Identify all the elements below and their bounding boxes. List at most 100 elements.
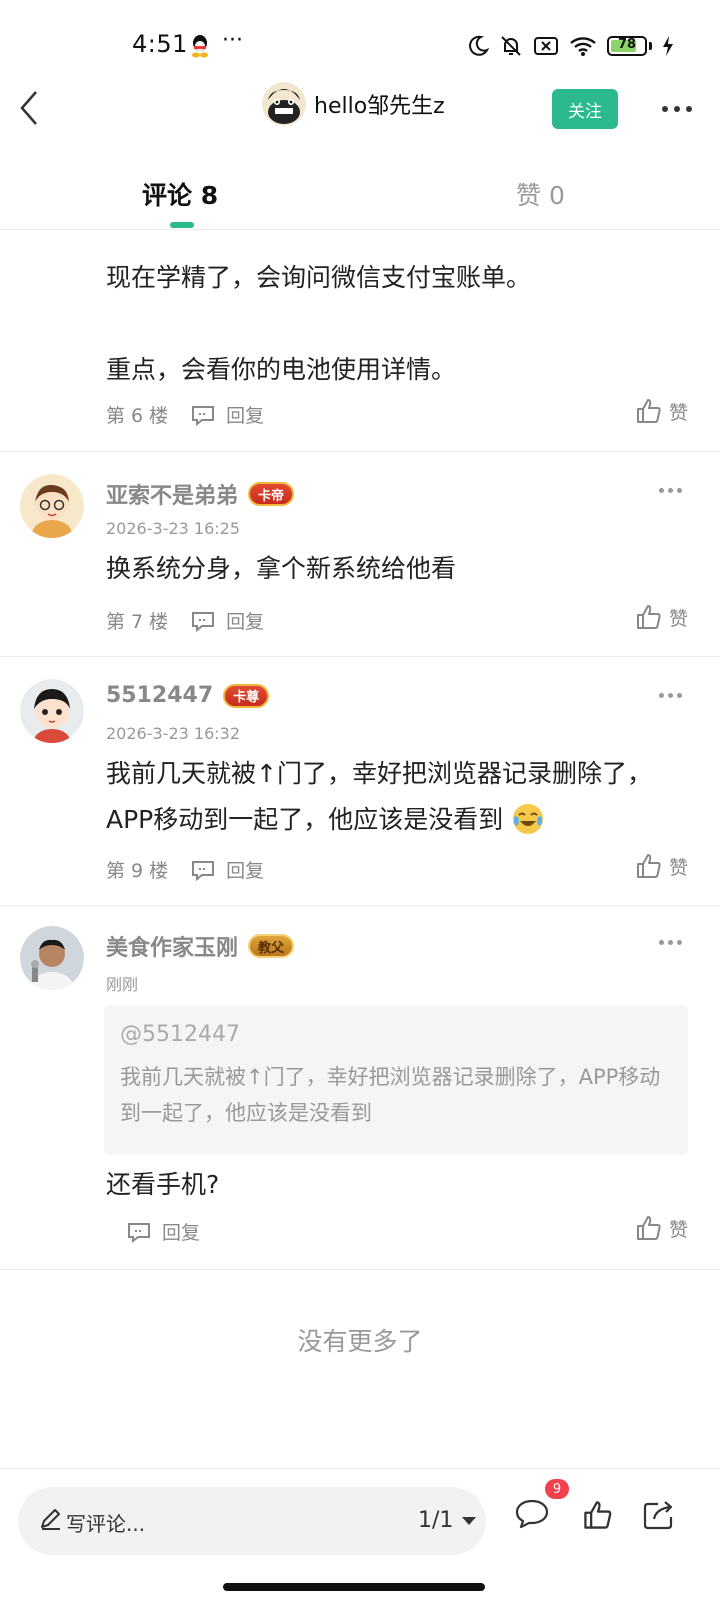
comment-user: 亚索不是弟弟 卡帝 — [106, 478, 295, 510]
comment-meta: 回复 — [104, 1218, 200, 1245]
more-options-icon[interactable] — [662, 106, 692, 112]
comment-meta: 第 7 楼 回复 — [106, 607, 264, 634]
comment-item: 现在学精了，会询问微信支付宝账单。 重点，会看你的电池使用详情。 第 6 楼 回… — [0, 231, 720, 452]
reply-icon — [192, 860, 215, 881]
thumbs-up-icon — [636, 1216, 661, 1240]
reply-button[interactable]: 回复 — [168, 856, 264, 883]
like-button[interactable]: 赞 — [635, 397, 688, 425]
tab-likes[interactable]: 赞 0 — [516, 176, 565, 212]
floor-number: 第 6 楼 — [106, 405, 169, 427]
like-label: 赞 — [668, 607, 688, 630]
home-indicator[interactable] — [223, 1583, 485, 1591]
comment-more-icon[interactable] — [659, 693, 682, 698]
like-label: 赞 — [668, 1218, 688, 1241]
reply-label: 回复 — [226, 611, 265, 633]
reply-button[interactable]: 回复 — [168, 607, 264, 634]
avatar[interactable] — [20, 926, 84, 990]
tabs: 评论 8 赞 0 — [0, 160, 720, 230]
quote-mention: @5512447 — [120, 1022, 240, 1047]
quoted-comment[interactable]: @5512447 我前几天就被↑门了，幸好把浏览器记录删除了，APP移动到一起了… — [104, 1006, 688, 1154]
like-label: 赞 — [668, 856, 688, 879]
nav-username[interactable]: hello邹先生z — [314, 88, 445, 120]
comment-item: 美食作家玉刚 教父 刚刚 @5512447 我前几天就被↑门了，幸好把浏览器记录… — [0, 906, 720, 1270]
write-comment-placeholder: 写评论... — [66, 1512, 146, 1536]
user-level-badge: 卡帝 — [248, 482, 295, 506]
comment-text-line: 重点，会看你的电池使用详情。 — [106, 355, 457, 384]
battery-cap — [649, 42, 652, 50]
avatar[interactable] — [20, 679, 84, 743]
like-button[interactable]: 赞 — [635, 852, 688, 880]
comment-text: 还看手机? — [106, 1170, 220, 1199]
avatar[interactable] — [262, 82, 306, 126]
comment-time: 2026-3-23 16:32 — [106, 724, 240, 743]
follow-button[interactable]: 关注 — [552, 89, 618, 129]
comment-text-spacer — [106, 301, 676, 347]
floor-number: 第 9 楼 — [106, 860, 169, 882]
pencil-icon — [41, 1509, 60, 1530]
battery-icon: 78 — [607, 36, 647, 56]
reply-icon — [192, 405, 215, 426]
avatar[interactable] — [20, 474, 84, 538]
username[interactable]: 美食作家玉刚 — [106, 930, 238, 962]
page-selector[interactable]: 1/1 — [418, 1508, 477, 1533]
no-sim-icon — [534, 37, 558, 55]
no-more-text: 没有更多了 — [297, 1327, 423, 1356]
tab-indicator — [170, 222, 194, 228]
caret-down-icon — [462, 1516, 477, 1525]
username[interactable]: 亚索不是弟弟 — [106, 478, 238, 510]
comment-text: 现在学精了，会询问微信支付宝账单。 重点，会看你的电池使用详情。 — [106, 255, 676, 393]
comment-icon[interactable] — [514, 1497, 550, 1531]
comment-more-icon[interactable] — [659, 488, 682, 493]
comment-item: 5512447 卡尊 2026-3-23 16:32 我前几天就被↑门了，幸好把… — [0, 657, 720, 906]
thumbs-up-icon — [636, 605, 661, 629]
comment-text: 我前几天就被↑门了，幸好把浏览器记录删除了，APP移动到一起了，他应该是没看到 — [106, 751, 676, 843]
crying-laughing-emoji-icon — [513, 804, 544, 834]
username[interactable]: 5512447 — [106, 683, 213, 708]
reply-label: 回复 — [226, 860, 265, 882]
comment-count-badge: 9 — [545, 1479, 569, 1499]
thumbs-up-icon — [636, 399, 661, 423]
reply-icon — [128, 1222, 150, 1243]
reply-icon — [192, 611, 215, 632]
write-comment-input[interactable]: 写评论... 1/1 — [18, 1487, 486, 1555]
back-icon[interactable] — [14, 88, 44, 128]
like-button[interactable]: 赞 — [635, 603, 688, 631]
reply-label: 回复 — [226, 405, 265, 427]
user-level-badge: 卡尊 — [223, 683, 270, 708]
quote-text: 我前几天就被↑门了，幸好把浏览器记录删除了，APP移动到一起了，他应该是没看到 — [120, 1065, 661, 1125]
comment-more-icon[interactable] — [659, 940, 682, 945]
reply-button[interactable]: 回复 — [168, 401, 264, 428]
reply-label: 回复 — [162, 1222, 201, 1244]
comment-item: 亚索不是弟弟 卡帝 2026-3-23 16:25 换系统分身，拿个新系统给他看… — [0, 452, 720, 657]
thumbs-up-icon — [636, 854, 661, 878]
wifi-icon — [570, 37, 596, 56]
comment-meta: 第 9 楼 回复 — [106, 856, 264, 883]
status-icons: 78 — [467, 34, 674, 58]
nav-bar: hello邹先生z 关注 — [0, 78, 720, 142]
status-time: 4:51 — [132, 30, 188, 58]
comment-text: 换系统分身，拿个新系统给他看 — [106, 554, 457, 583]
status-more-icon: ··· — [222, 28, 243, 53]
mute-bell-icon — [501, 36, 521, 56]
moon-icon — [469, 35, 489, 56]
battery-level: 78 — [617, 37, 637, 52]
reply-button[interactable]: 回复 — [104, 1218, 200, 1245]
user-level-badge: 教父 — [248, 934, 295, 958]
charging-icon — [663, 36, 673, 56]
tab-comments[interactable]: 评论 8 — [142, 176, 218, 212]
thumbs-up-icon[interactable] — [582, 1499, 614, 1531]
like-label: 赞 — [668, 401, 688, 424]
nav-user[interactable]: hello邹先生z — [262, 82, 445, 126]
share-icon[interactable] — [642, 1499, 676, 1531]
comment-meta: 第 6 楼 回复 — [106, 401, 264, 428]
comment-user: 美食作家玉刚 教父 — [106, 930, 295, 962]
comment-time: 2026-3-23 16:25 — [106, 519, 240, 538]
bottom-bar: 写评论... 1/1 9 — [0, 1468, 720, 1600]
comment-text-body: 我前几天就被↑门了，幸好把浏览器记录删除了，APP移动到一起了，他应该是没看到 — [106, 759, 652, 834]
comment-time: 刚刚 — [106, 975, 139, 994]
page-indicator-label: 1/1 — [418, 1508, 454, 1533]
like-button[interactable]: 赞 — [635, 1214, 688, 1242]
floor-number: 第 7 楼 — [106, 611, 169, 633]
comment-text-line: 现在学精了，会询问微信支付宝账单。 — [106, 263, 532, 292]
qq-icon — [192, 35, 208, 58]
